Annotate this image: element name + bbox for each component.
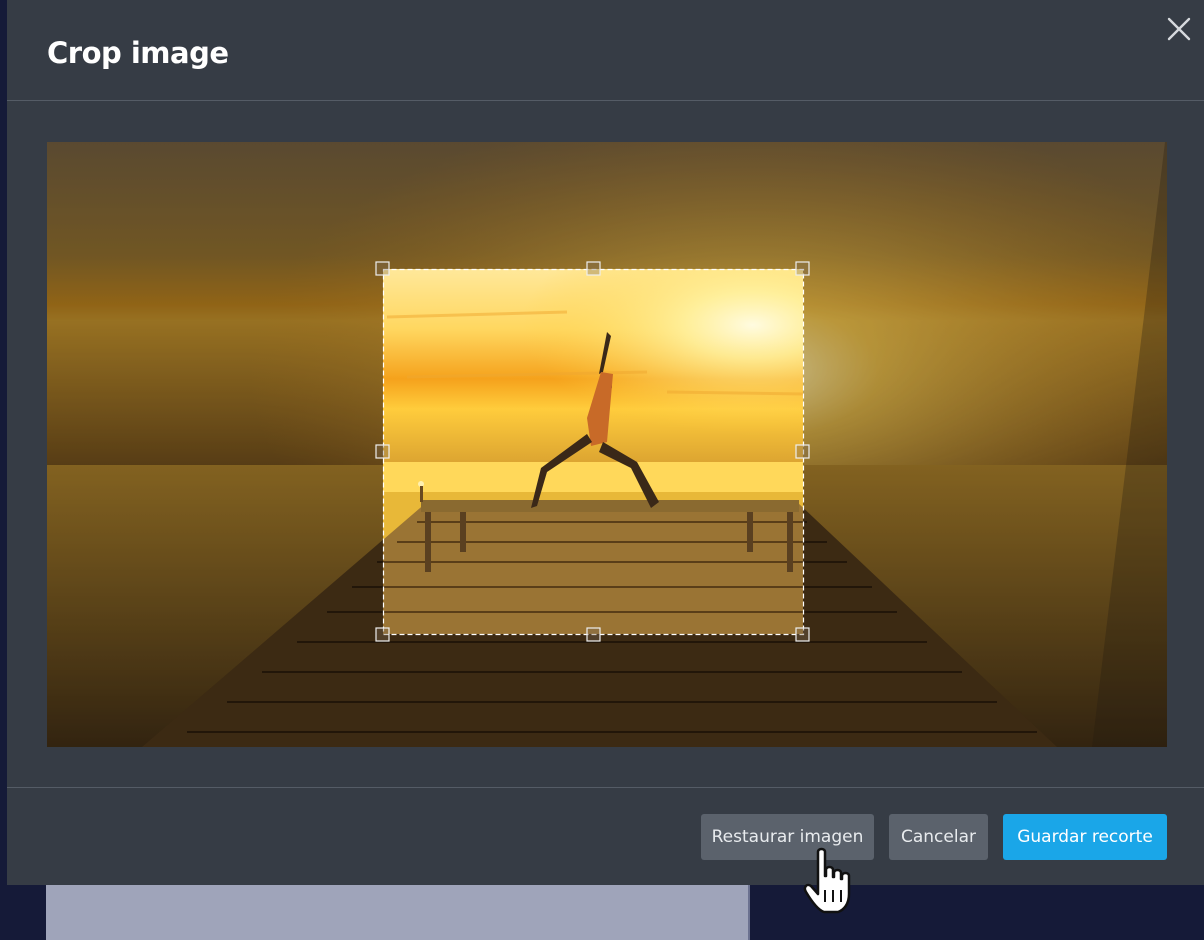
close-icon [1167,17,1191,41]
crop-handle-bottom-right[interactable] [795,627,810,642]
hand-pointer-icon [803,847,851,914]
save-crop-button[interactable]: Guardar recorte [1003,814,1167,860]
crop-dialog: Crop image Restaurar imagen Cancelar Gua… [7,0,1204,885]
dialog-footer: Restaurar imagen Cancelar Guardar recort… [7,787,1204,885]
cancel-button[interactable]: Cancelar [889,814,988,860]
close-button[interactable] [1164,14,1194,44]
crop-handle-top-right[interactable] [795,261,810,276]
dialog-header: Crop image [7,0,1204,101]
crop-handle-top-left[interactable] [375,261,390,276]
crop-handle-right[interactable] [795,444,810,459]
crop-handle-top[interactable] [586,261,601,276]
crop-handle-left[interactable] [375,444,390,459]
dialog-title: Crop image [47,36,229,70]
crop-canvas[interactable] [47,142,1167,747]
crop-handle-bottom-left[interactable] [375,627,390,642]
crop-image [47,142,1167,747]
background-card [46,880,750,940]
crop-handle-bottom[interactable] [586,627,601,642]
